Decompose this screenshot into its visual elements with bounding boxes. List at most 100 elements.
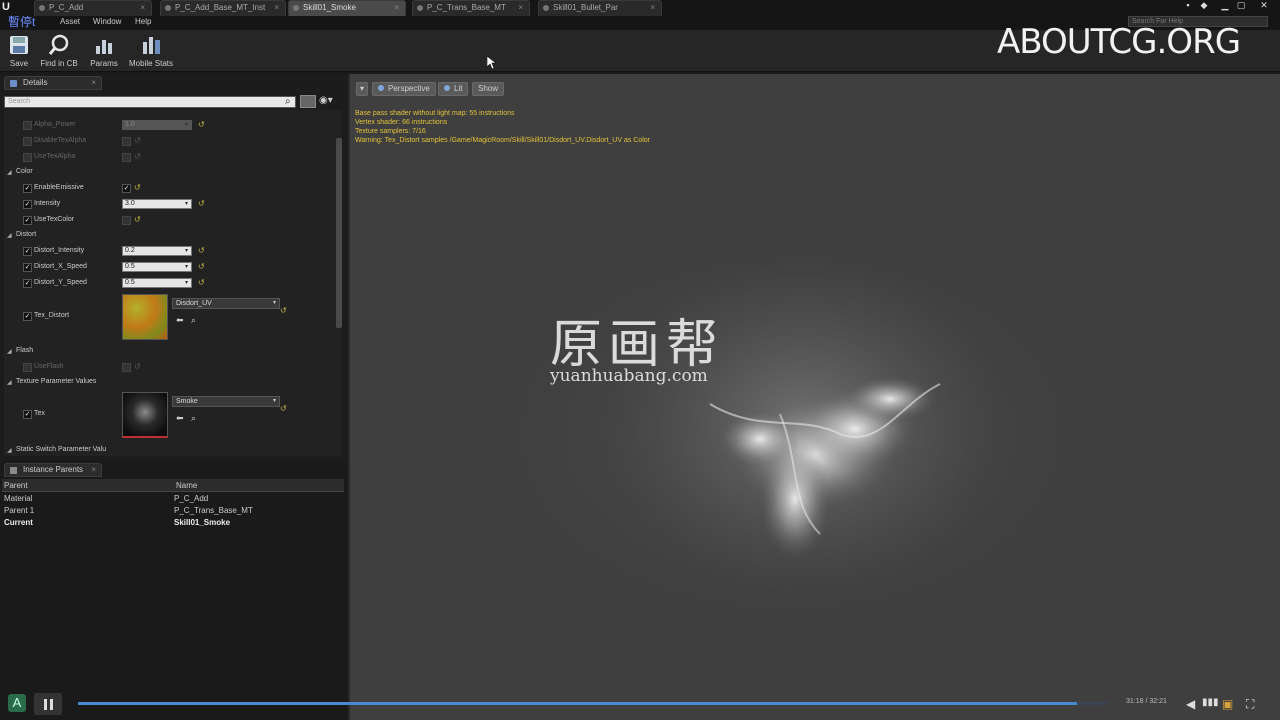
eye-icon[interactable]: ◉▾ [319,95,333,106]
mobile-stats-button[interactable]: Mobile Stats [126,32,176,70]
tab-instance-parents[interactable]: Instance Parents × [4,463,102,477]
reset-icon[interactable]: ↺ [198,199,205,208]
distort-intensity-field[interactable]: 0.2 ▾ [122,246,192,256]
texture-thumbnail[interactable] [122,294,168,340]
spin-icon[interactable]: ▾ [183,279,190,287]
use-selected-icon[interactable]: ⬅ [176,413,184,424]
reset-icon[interactable]: ↺ [134,152,141,161]
tab-p-c-trans-base-mt[interactable]: P_C_Trans_Base_MT × [412,0,530,16]
override-checkbox[interactable] [23,137,32,146]
table-row[interactable]: Material P_C_Add [2,493,344,505]
progress-bar[interactable] [78,702,1108,705]
spin-icon[interactable]: ▾ [183,263,190,271]
volume-icon[interactable]: ◀ [1186,697,1195,711]
value-checkbox[interactable] [122,137,131,146]
show-button[interactable]: Show [472,82,505,96]
value-checkbox[interactable] [122,153,131,162]
maximize-icon[interactable]: ▢ [1234,1,1248,11]
viewport-options-button[interactable]: ▾ [356,82,369,96]
tex-asset-picker[interactable]: Smoke ▾ [172,396,280,407]
enable-emissive-checkbox[interactable]: ✓ [122,184,131,193]
settings-icon[interactable]: ▣ [1222,697,1233,711]
intensity-field[interactable]: 3.0 ▾ [122,199,192,209]
details-scrollbar[interactable] [336,138,342,328]
override-checkbox[interactable] [23,121,32,130]
category-color[interactable]: ◢ Color [4,166,332,180]
reset-icon[interactable]: ↺ [198,278,205,287]
reset-icon[interactable]: ↺ [134,362,141,371]
distort-y-speed-field[interactable]: 0.5 ▾ [122,278,192,288]
spin-icon[interactable]: ▾ [183,121,190,129]
alpha-power-field[interactable]: 1.0 ▾ [122,120,192,130]
notification-icon[interactable]: ▪ [1181,1,1195,11]
browse-icon[interactable]: ⌕ [191,413,196,424]
override-checkbox[interactable] [23,153,32,162]
save-button[interactable]: Save [4,32,34,70]
menu-asset[interactable]: Asset [60,17,80,26]
collapse-arrow-icon[interactable]: ◢ [7,348,12,355]
close-icon[interactable]: × [274,1,279,15]
collapse-arrow-icon[interactable]: ◢ [7,379,12,386]
details-search-input[interactable]: Search [4,96,296,108]
use-tex-color-checkbox[interactable] [122,216,131,225]
reset-icon[interactable]: ↺ [280,404,287,413]
override-checkbox[interactable]: ✓ [23,279,32,288]
menu-window[interactable]: Window [93,17,121,26]
tab-p-c-add[interactable]: P_C_Add × [34,0,152,16]
tex-distort-asset-picker[interactable]: Disdort_UV ▾ [172,298,280,309]
override-checkbox[interactable]: ✓ [23,263,32,272]
browse-icon[interactable]: ⌕ [191,315,196,326]
override-checkbox[interactable]: ✓ [23,247,32,256]
spin-icon[interactable]: ▾ [183,200,190,208]
close-icon[interactable]: × [650,1,655,15]
table-row[interactable]: Current Skill01_Smoke [2,517,344,529]
collapse-arrow-icon[interactable]: ◢ [7,169,12,176]
reset-icon[interactable]: ↺ [134,183,141,192]
category-distort[interactable]: ◢ Distort [4,229,332,243]
fullscreen-icon[interactable]: ⛶ [1246,697,1254,712]
texture-thumbnail[interactable] [122,392,168,438]
reset-icon[interactable]: ↺ [198,262,205,271]
search-icon[interactable]: ⌕ [285,96,291,107]
tab-skill01-smoke[interactable]: Skill01_Smoke × [288,0,406,16]
reset-icon[interactable]: ↺ [198,246,205,255]
close-icon[interactable]: × [91,464,96,476]
override-checkbox[interactable]: ✓ [23,184,32,193]
override-checkbox[interactable]: ✓ [23,216,32,225]
preview-viewport[interactable]: ▾ Perspective Lit Show Base pass shader … [348,74,1280,720]
close-icon[interactable]: × [518,1,523,15]
close-icon[interactable]: × [91,77,96,89]
table-row[interactable]: Parent 1 P_C_Trans_Base_MT [2,505,344,517]
category-flash[interactable]: ◢ Flash [4,345,332,359]
override-checkbox[interactable]: ✓ [23,410,32,419]
find-in-cb-button[interactable]: Find in CB [38,32,80,70]
pause-button[interactable] [34,693,62,715]
feedback-icon[interactable]: ◆ [1197,1,1211,11]
reset-icon[interactable]: ↺ [198,120,205,129]
close-icon[interactable]: × [394,1,399,15]
menu-help[interactable]: Help [135,17,151,26]
reset-icon[interactable]: ↺ [280,306,287,315]
reset-icon[interactable]: ↺ [134,215,141,224]
tab-p-c-add-base-mt-inst[interactable]: P_C_Add_Base_MT_Inst × [160,0,286,16]
override-checkbox[interactable]: ✓ [23,312,32,321]
reset-icon[interactable]: ↺ [134,136,141,145]
close-icon[interactable]: × [140,1,145,15]
category-static-switch-parameter-values[interactable]: ◢ Static Switch Parameter Valu [4,444,332,456]
minimize-icon[interactable]: ▁ [1218,1,1232,11]
spin-icon[interactable]: ▾ [183,247,190,255]
tab-skill01-bullet-par[interactable]: Skill01_Bullet_Par × [538,0,662,16]
override-checkbox[interactable]: ✓ [23,200,32,209]
perspective-button[interactable]: Perspective [372,82,436,96]
params-button[interactable]: Params [86,32,122,70]
lit-button[interactable]: Lit [438,82,469,96]
close-window-icon[interactable]: ✕ [1257,1,1271,11]
quality-icon[interactable]: ▮▮▮ [1202,697,1219,708]
view-options-button[interactable] [300,95,316,108]
column-name[interactable]: Name [176,481,197,490]
collapse-arrow-icon[interactable]: ◢ [7,447,12,454]
tab-details[interactable]: Details × [4,76,102,90]
override-checkbox[interactable] [23,363,32,372]
use-flash-checkbox[interactable] [122,363,131,372]
column-parent[interactable]: Parent [4,481,28,490]
